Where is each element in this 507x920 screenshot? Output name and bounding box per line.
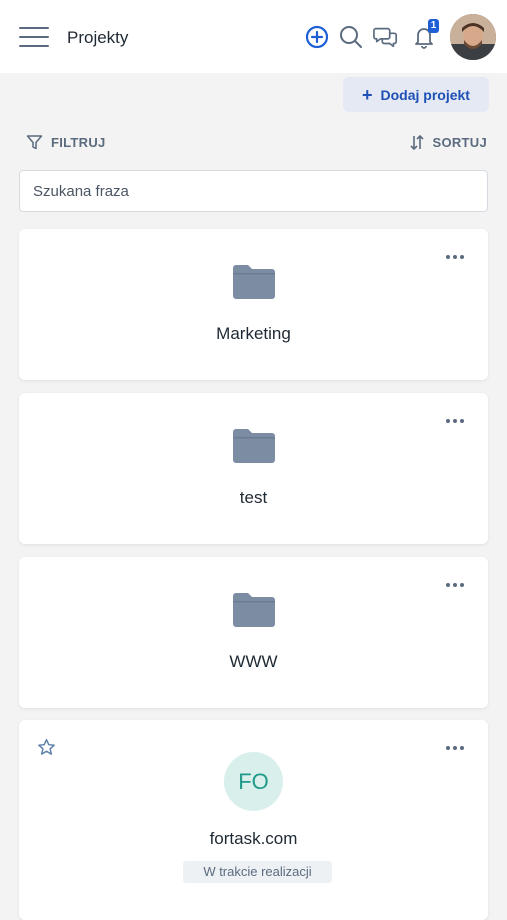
folder-icon xyxy=(233,429,275,463)
filter-icon xyxy=(26,134,43,149)
project-name: Marketing xyxy=(216,324,291,343)
search-input[interactable] xyxy=(19,170,488,212)
project-name: WWW xyxy=(229,652,278,671)
notification-badge: 1 xyxy=(428,19,439,33)
sort-button[interactable]: SORTUJ xyxy=(410,133,487,151)
folder-icon xyxy=(233,265,275,299)
menu-icon[interactable] xyxy=(19,27,49,47)
add-project-button[interactable]: + Dodaj projekt xyxy=(343,77,489,112)
page-title: Projekty xyxy=(67,28,129,47)
more-options-icon[interactable] xyxy=(446,744,468,752)
project-name: test xyxy=(239,488,268,507)
filter-label: FILTRUJ xyxy=(51,134,106,150)
add-project-label: Dodaj projekt xyxy=(380,86,470,103)
folder-icon xyxy=(233,593,275,627)
project-card-marketing[interactable]: Marketing xyxy=(19,229,488,380)
project-card-test[interactable]: test xyxy=(19,393,488,544)
sort-icon xyxy=(410,134,425,150)
search-icon[interactable] xyxy=(338,24,364,50)
filter-button[interactable]: FILTRUJ xyxy=(26,133,106,151)
project-card-www[interactable]: WWW xyxy=(19,557,488,708)
more-options-icon[interactable] xyxy=(446,417,468,425)
project-name: fortask.com xyxy=(209,829,298,848)
more-options-icon[interactable] xyxy=(446,581,468,589)
avatar[interactable] xyxy=(450,14,496,60)
status-badge: W trakcie realizacji xyxy=(183,861,332,883)
top-bar: Projekty 1 xyxy=(0,0,507,73)
chat-icon[interactable] xyxy=(373,24,399,50)
more-options-icon[interactable] xyxy=(446,253,468,261)
project-card-fortask[interactable]: FO fortask.com W trakcie realizacji xyxy=(19,720,488,920)
add-circle-icon[interactable] xyxy=(304,24,330,50)
star-icon[interactable] xyxy=(37,738,56,757)
plus-icon: + xyxy=(362,84,373,105)
project-initials-avatar: FO xyxy=(224,752,283,811)
sort-label: SORTUJ xyxy=(432,134,487,150)
